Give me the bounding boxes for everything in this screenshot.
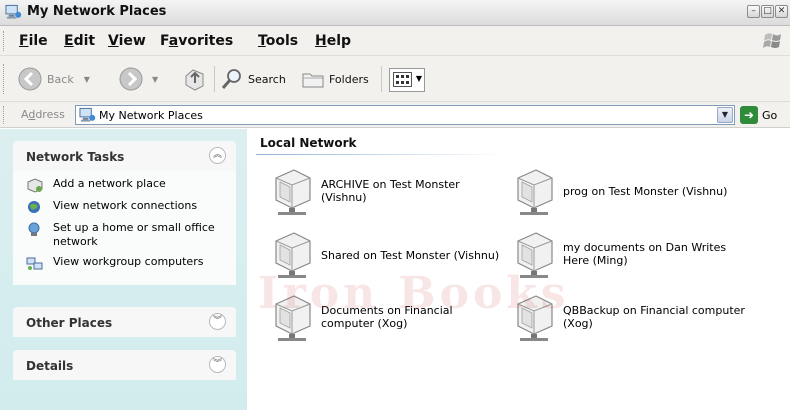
network-place-item[interactable]: ARCHIVE on Test Monster (Vishnu) xyxy=(270,166,510,218)
back-button[interactable]: Back ▼ xyxy=(17,64,90,94)
network-place-item[interactable]: Shared on Test Monster (Vishnu) xyxy=(270,229,510,281)
task-add-network-place[interactable]: Add a network place xyxy=(13,177,236,199)
network-place-item[interactable]: my documents on Dan Writes Here (Ming) xyxy=(512,229,752,281)
add-network-place-icon xyxy=(27,178,43,193)
menu-view[interactable]: View xyxy=(108,33,146,49)
other-places-panel: Other Places ︾ xyxy=(13,307,236,337)
address-label: Address xyxy=(21,108,65,121)
network-connections-icon xyxy=(28,201,40,213)
folders-icon xyxy=(302,73,324,88)
title-bar: My Network Places – □ ✕ xyxy=(0,0,790,26)
group-title: Local Network xyxy=(260,136,357,150)
network-folder-icon xyxy=(512,229,556,279)
details-header[interactable]: Details ︾ xyxy=(13,350,236,380)
menu-edit[interactable]: Edit xyxy=(64,33,95,49)
task-view-network-connections[interactable]: View network connections xyxy=(13,199,236,221)
task-view-workgroup-computers[interactable]: View workgroup computers xyxy=(13,255,236,277)
toolbar-separator xyxy=(381,66,382,92)
minimize-button[interactable]: – xyxy=(747,5,760,18)
back-label: Back xyxy=(47,72,74,86)
collapse-chevron-icon[interactable]: ︽ xyxy=(209,147,226,164)
network-folder-icon xyxy=(270,292,314,342)
network-folder-icon xyxy=(512,292,556,342)
go-label: Go xyxy=(762,108,778,122)
address-field[interactable]: My Network Places ▼ xyxy=(75,105,735,125)
up-folder-icon xyxy=(185,69,204,91)
search-icon xyxy=(221,69,241,89)
network-tasks-title: Network Tasks xyxy=(26,150,125,164)
other-places-header[interactable]: Other Places ︾ xyxy=(13,307,236,337)
task-setup-home-network[interactable]: Set up a home or small office network xyxy=(13,221,236,255)
search-label: Search xyxy=(248,72,286,86)
menu-bar: File Edit View Favorites Tools Help xyxy=(0,26,790,56)
addressbar-grip[interactable] xyxy=(3,106,6,124)
menu-file[interactable]: File xyxy=(19,33,48,49)
network-tasks-header[interactable]: Network Tasks ︽ xyxy=(13,141,236,171)
go-button[interactable]: ➜ Go xyxy=(740,106,777,124)
forward-arrow-icon xyxy=(119,67,143,91)
details-panel: Details ︾ xyxy=(13,350,236,380)
network-folder-icon xyxy=(270,166,314,216)
network-tasks-panel: Network Tasks ︽ Add a network place View… xyxy=(13,141,236,285)
folders-label: Folders xyxy=(329,72,369,86)
network-places-icon xyxy=(5,4,22,20)
views-icon xyxy=(393,72,412,87)
address-bar: Address My Network Places ▼ ➜ Go xyxy=(0,102,790,128)
network-folder-icon xyxy=(270,229,314,279)
forward-button[interactable]: ▼ xyxy=(118,64,158,94)
forward-dropdown-icon[interactable]: ▼ xyxy=(152,75,158,84)
network-place-item[interactable]: prog on Test Monster (Vishnu) xyxy=(512,166,752,218)
expand-chevron-icon[interactable]: ︾ xyxy=(209,356,226,373)
group-divider xyxy=(256,154,506,155)
back-arrow-icon xyxy=(18,67,42,91)
expand-chevron-icon[interactable]: ︾ xyxy=(209,313,226,330)
views-button[interactable]: ▼ xyxy=(389,68,425,92)
search-button[interactable]: Search xyxy=(220,64,286,94)
menu-help[interactable]: Help xyxy=(315,33,351,49)
toolbar: Back ▼ ▼ Search Folders ▼ xyxy=(0,56,790,102)
network-place-item[interactable]: QBBackup on Financial computer (Xog) xyxy=(512,292,752,344)
go-arrow-icon: ➜ xyxy=(740,106,758,124)
maximize-button[interactable]: □ xyxy=(761,5,774,18)
folders-button[interactable]: Folders xyxy=(301,64,369,94)
network-places-icon xyxy=(79,107,96,123)
network-place-item[interactable]: Documents on Financial computer (Xog) xyxy=(270,292,510,344)
toolbar-separator xyxy=(214,66,215,92)
network-tasks-list: Add a network place View network connect… xyxy=(13,171,236,285)
views-dropdown-icon: ▼ xyxy=(415,74,422,83)
window-title: My Network Places xyxy=(27,4,167,19)
workgroup-computers-icon xyxy=(26,257,43,270)
back-dropdown-icon[interactable]: ▼ xyxy=(84,75,90,84)
windows-flag-icon xyxy=(763,33,781,48)
details-title: Details xyxy=(26,359,74,373)
menubar-grip[interactable] xyxy=(3,31,6,51)
address-dropdown-icon[interactable]: ▼ xyxy=(717,107,733,123)
window-controls: – □ ✕ xyxy=(747,5,788,18)
other-places-title: Other Places xyxy=(26,316,113,330)
network-folder-icon xyxy=(512,166,556,216)
menu-favorites[interactable]: Favorites xyxy=(160,33,233,49)
setup-network-icon xyxy=(28,222,40,236)
toolbar-grip[interactable] xyxy=(3,64,6,94)
task-pane: Network Tasks ︽ Add a network place View… xyxy=(0,129,247,410)
up-folder-button[interactable] xyxy=(183,64,207,94)
address-value: My Network Places xyxy=(99,109,203,122)
menu-tools[interactable]: Tools xyxy=(258,33,298,49)
content-pane: Local Network ARCHIVE on Test Monster (V… xyxy=(247,129,790,410)
close-button[interactable]: ✕ xyxy=(775,5,788,18)
